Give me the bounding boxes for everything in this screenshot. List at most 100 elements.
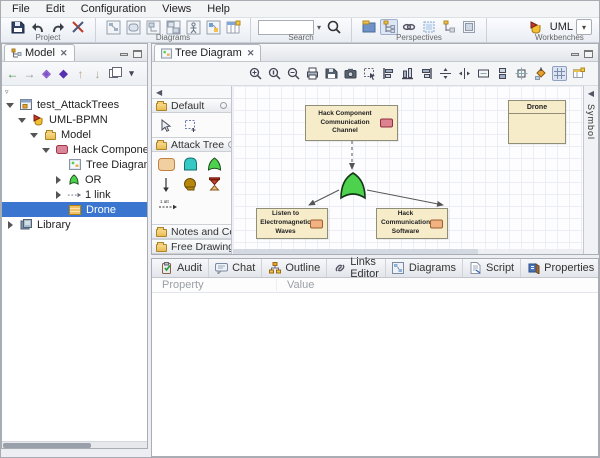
tab-tree-diagram[interactable]: Tree Diagram ✕ bbox=[154, 44, 261, 61]
copy-button[interactable] bbox=[109, 69, 118, 78]
fit-frame-button[interactable] bbox=[514, 66, 529, 81]
save-image-button[interactable] bbox=[324, 66, 339, 81]
arrow-tool[interactable] bbox=[154, 174, 178, 194]
marquee-tool[interactable] bbox=[178, 115, 202, 135]
or-gate-node[interactable] bbox=[337, 170, 369, 202]
capture-button[interactable] bbox=[343, 66, 358, 81]
timer-tool[interactable] bbox=[202, 174, 226, 194]
next-diagram-button[interactable]: ◆ bbox=[56, 67, 71, 80]
tab-label: Diagrams bbox=[409, 262, 456, 274]
sequence-node-tool[interactable] bbox=[178, 174, 202, 194]
zoom-in-button[interactable] bbox=[248, 66, 263, 81]
forward-arrow-button[interactable]: → bbox=[22, 67, 37, 81]
same-size-button[interactable] bbox=[476, 66, 491, 81]
tree-item-drone[interactable]: Drone bbox=[2, 202, 147, 217]
tab-audit[interactable]: Audit bbox=[154, 259, 209, 277]
column-property[interactable]: Property bbox=[152, 279, 277, 291]
maximize-icon[interactable] bbox=[133, 50, 142, 58]
tab-chat[interactable]: Chat bbox=[209, 259, 262, 277]
scrollbar-thumb[interactable] bbox=[3, 443, 91, 448]
move-up-button[interactable]: ↑ bbox=[73, 67, 88, 81]
menu-edit[interactable]: Edit bbox=[38, 2, 73, 16]
and-gate-tool[interactable] bbox=[178, 154, 202, 174]
tab-diagrams[interactable]: Diagrams bbox=[386, 259, 463, 277]
expander-icon[interactable] bbox=[6, 100, 15, 109]
toolbar-group-project: Project bbox=[1, 18, 96, 42]
node-hack-component-communication-channel[interactable]: Hack Component Communication Channel bbox=[305, 105, 398, 141]
model-toolbar: ← → ◈ ◆ ↑ ↓ ▾ bbox=[2, 62, 147, 86]
close-icon[interactable]: ✕ bbox=[247, 48, 255, 59]
node-hack-communication-software[interactable]: Hack Communication Software bbox=[376, 208, 448, 239]
tree-item-project[interactable]: test_AttackTrees bbox=[2, 97, 147, 112]
scrollbar-thumb[interactable] bbox=[233, 249, 478, 254]
tab-links-editor[interactable]: Links Editor bbox=[327, 259, 386, 277]
menu-help[interactable]: Help bbox=[199, 2, 238, 16]
zoom-reset-button[interactable] bbox=[267, 66, 282, 81]
tree-item-link[interactable]: 1 link bbox=[2, 187, 147, 202]
palette-section-attack-tree[interactable]: Attack Tree bbox=[152, 137, 231, 152]
column-value[interactable]: Value bbox=[277, 279, 314, 291]
cursor-tool[interactable] bbox=[154, 115, 178, 135]
editor-toolbar bbox=[152, 62, 598, 86]
node-listen-to-electromagnetic-waves[interactable]: Listen to Electromagnetic Waves bbox=[256, 208, 328, 239]
minimize-icon[interactable] bbox=[571, 53, 579, 56]
menu-file[interactable]: File bbox=[4, 2, 38, 16]
palette-section-notes[interactable]: Notes and Co... bbox=[152, 224, 231, 239]
model-horizontal-scrollbar[interactable] bbox=[2, 441, 147, 448]
fill-color-button[interactable] bbox=[533, 66, 548, 81]
folder-icon bbox=[156, 244, 167, 252]
menu-configuration[interactable]: Configuration bbox=[73, 2, 154, 16]
tree-item-uml-bpmn[interactable]: UML-BPMN bbox=[2, 112, 147, 127]
library-icon bbox=[19, 219, 33, 231]
maximize-icon[interactable] bbox=[584, 50, 593, 58]
edge-or-to-listen[interactable] bbox=[309, 190, 339, 205]
tab-model[interactable]: Model ✕ bbox=[4, 44, 75, 61]
node-drone[interactable]: Drone bbox=[508, 100, 566, 144]
move-down-button[interactable]: ↓ bbox=[90, 67, 105, 81]
or-gate-tool[interactable] bbox=[202, 154, 226, 174]
expander-icon[interactable] bbox=[42, 145, 51, 154]
tab-script[interactable]: Script bbox=[463, 259, 521, 277]
zoom-out-button[interactable] bbox=[286, 66, 301, 81]
toggle-grid-button[interactable] bbox=[552, 66, 567, 81]
tab-properties[interactable]: Properties bbox=[521, 259, 600, 277]
palette-section-default[interactable]: Default bbox=[152, 98, 231, 113]
menu-views[interactable]: Views bbox=[154, 2, 199, 16]
print-button[interactable] bbox=[305, 66, 320, 81]
select-region-button[interactable] bbox=[362, 66, 377, 81]
stack-button[interactable] bbox=[495, 66, 510, 81]
expander-icon[interactable] bbox=[54, 190, 63, 199]
palette-collapse-button[interactable]: ◀ bbox=[152, 86, 231, 98]
tree-overflow-icon[interactable]: ▿ bbox=[5, 88, 9, 96]
prev-diagram-button[interactable]: ◈ bbox=[39, 67, 54, 80]
diagram-canvas[interactable]: Hack Component Communication Channel Lis… bbox=[232, 86, 583, 254]
expander-icon[interactable] bbox=[54, 175, 63, 184]
tree-item-tree-diagram[interactable]: Tree Diagram bbox=[2, 157, 147, 172]
expand-left-icon[interactable]: ◀ bbox=[588, 89, 594, 98]
properties-table-body[interactable] bbox=[152, 293, 598, 456]
align-right-button[interactable] bbox=[419, 66, 434, 81]
distribute-vertical-button[interactable] bbox=[438, 66, 453, 81]
tree-item-model[interactable]: Model bbox=[2, 127, 147, 142]
back-arrow-button[interactable]: ← bbox=[5, 67, 20, 81]
tab-outline[interactable]: Outline bbox=[262, 259, 327, 277]
attack-node-tool[interactable] bbox=[154, 154, 178, 174]
align-left-button[interactable] bbox=[381, 66, 396, 81]
canvas-horizontal-scrollbar[interactable] bbox=[233, 249, 583, 254]
align-bottom-button[interactable] bbox=[400, 66, 415, 81]
toolbar-dropdown-icon[interactable]: ▾ bbox=[124, 68, 139, 79]
symbol-panel-strip[interactable]: ◀ Symbol bbox=[583, 86, 598, 254]
expander-icon[interactable] bbox=[18, 115, 27, 124]
palette-section-free-drawing[interactable]: Free Drawing bbox=[152, 239, 231, 254]
link-tool[interactable]: 1 att bbox=[154, 194, 229, 214]
distribute-horizontal-button[interactable] bbox=[457, 66, 472, 81]
edge-or-to-software[interactable] bbox=[367, 190, 443, 205]
table-export-button[interactable] bbox=[571, 66, 586, 81]
tree-item-or[interactable]: OR bbox=[2, 172, 147, 187]
expander-icon[interactable] bbox=[30, 130, 39, 139]
tree-item-library[interactable]: Library bbox=[2, 217, 147, 232]
minimize-icon[interactable] bbox=[120, 53, 128, 56]
close-icon[interactable]: ✕ bbox=[60, 48, 68, 59]
expander-icon[interactable] bbox=[6, 220, 15, 229]
tree-item-hack-component[interactable]: Hack Component Communication Channel bbox=[2, 142, 147, 157]
